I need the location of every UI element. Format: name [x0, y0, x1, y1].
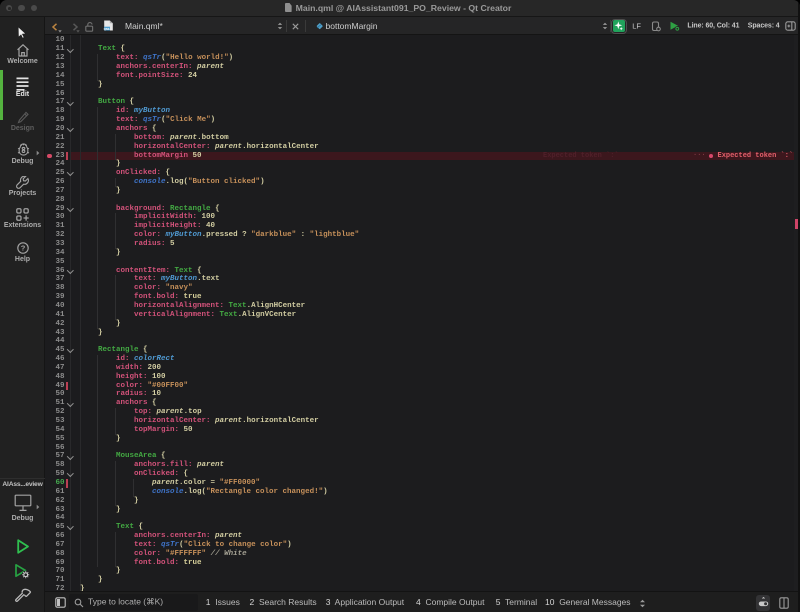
- svg-text:QML: QML: [103, 27, 110, 31]
- svg-text:?: ?: [20, 243, 25, 252]
